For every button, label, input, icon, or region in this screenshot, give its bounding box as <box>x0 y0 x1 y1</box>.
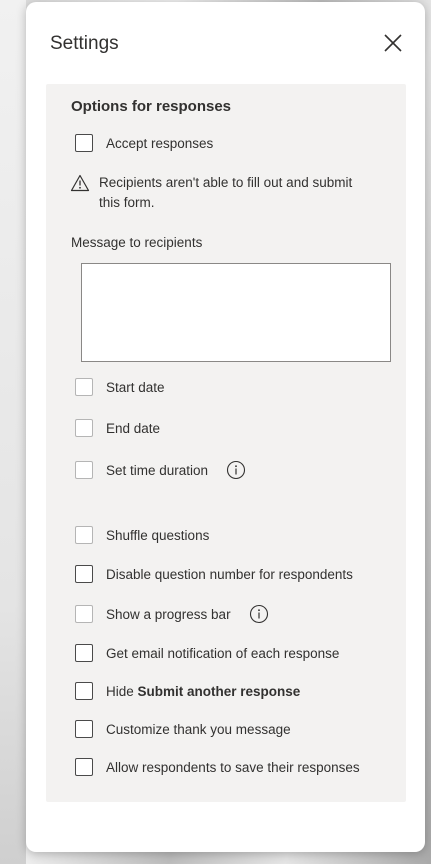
disable-question-number-option[interactable]: Disable question number for respondents <box>75 563 353 585</box>
customize-thank-you-label: Customize thank you message <box>106 721 291 737</box>
allow-save-responses-checkbox[interactable] <box>75 758 93 776</box>
disable-question-number-label: Disable question number for respondents <box>106 566 353 582</box>
end-date-option[interactable]: End date <box>75 417 160 439</box>
start-date-label: Start date <box>106 379 165 395</box>
warning-icon <box>70 174 90 192</box>
show-progress-bar-label: Show a progress bar <box>106 606 231 622</box>
close-button[interactable] <box>380 30 406 56</box>
start-date-option[interactable]: Start date <box>75 376 165 398</box>
set-time-duration-label: Set time duration <box>106 462 209 478</box>
disable-question-number-checkbox[interactable] <box>75 565 93 583</box>
hide-submit-another-prefix: Hide <box>106 683 138 699</box>
set-time-duration-option[interactable]: Set time duration <box>75 459 246 481</box>
hide-submit-another-checkbox[interactable] <box>75 682 93 700</box>
hide-submit-another-bold: Submit another response <box>137 683 301 699</box>
end-date-checkbox[interactable] <box>75 419 93 437</box>
show-progress-bar-checkbox[interactable] <box>75 605 93 623</box>
email-notification-option[interactable]: Get email notification of each response <box>75 642 339 664</box>
panel-title: Settings <box>50 33 119 54</box>
email-notification-checkbox[interactable] <box>75 644 93 662</box>
accept-responses-checkbox[interactable] <box>75 134 93 152</box>
hide-submit-another-option[interactable]: Hide Submit another response <box>75 680 300 702</box>
customize-thank-you-checkbox[interactable] <box>75 720 93 738</box>
email-notification-label: Get email notification of each response <box>106 645 340 661</box>
allow-save-responses-option[interactable]: Allow respondents to save their response… <box>75 756 360 778</box>
allow-save-responses-label: Allow respondents to save their response… <box>106 759 360 775</box>
close-icon <box>384 34 402 52</box>
message-to-recipients-input[interactable] <box>81 263 391 362</box>
section-title: Options for responses <box>71 98 232 115</box>
info-icon[interactable] <box>226 460 246 480</box>
start-date-checkbox[interactable] <box>75 378 93 396</box>
warning-message: Recipients aren't able to fill out and s… <box>70 173 370 213</box>
background-area <box>0 0 26 864</box>
hide-submit-another-label: Hide Submit another response <box>106 684 300 699</box>
message-label: Message to recipients <box>71 235 203 250</box>
customize-thank-you-option[interactable]: Customize thank you message <box>75 718 291 740</box>
shuffle-questions-option[interactable]: Shuffle questions <box>75 524 209 546</box>
warning-text: Recipients aren't able to fill out and s… <box>99 175 353 210</box>
set-time-duration-checkbox[interactable] <box>75 461 93 479</box>
accept-responses-label: Accept responses <box>106 135 214 151</box>
info-icon[interactable] <box>249 604 269 624</box>
shuffle-questions-label: Shuffle questions <box>106 527 210 543</box>
options-card: Options for responses Accept responses R… <box>46 84 406 802</box>
accept-responses-option[interactable]: Accept responses <box>75 132 213 154</box>
end-date-label: End date <box>106 420 161 436</box>
show-progress-bar-option[interactable]: Show a progress bar <box>75 603 269 625</box>
shuffle-questions-checkbox[interactable] <box>75 526 93 544</box>
settings-panel: Settings Options for responses Accept re… <box>26 2 425 852</box>
